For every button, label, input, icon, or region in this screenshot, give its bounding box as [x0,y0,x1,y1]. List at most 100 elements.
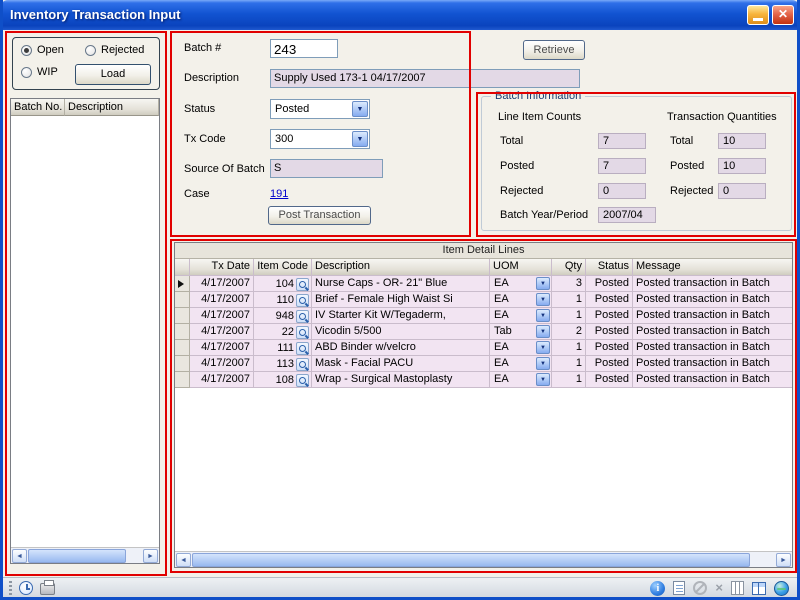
cell-uom[interactable]: EA▼ [490,292,552,308]
cell-uom[interactable]: EA▼ [490,356,552,372]
cell-description[interactable]: Nurse Caps - OR- 21" Blue [312,276,490,292]
item-detail-grid[interactable]: Item Detail Lines Tx DateItem CodeDescri… [174,242,793,568]
row-selector-cell[interactable] [175,372,190,388]
radio-open[interactable] [21,45,32,56]
cell-item-code[interactable]: 22 [254,324,312,340]
uom-dropdown-button[interactable]: ▼ [536,293,550,306]
retrieve-button[interactable]: Retrieve [523,40,585,60]
cell-uom[interactable]: EA▼ [490,308,552,324]
cell-tx-date[interactable]: 4/17/2007 [190,372,254,388]
cell-item-code[interactable]: 948 [254,308,312,324]
cell-uom[interactable]: EA▼ [490,340,552,356]
detail-row[interactable]: 4/17/2007113Mask - Facial PACUEA▼1Posted… [175,356,792,372]
cell-description[interactable]: Wrap - Surgical Mastoplasty [312,372,490,388]
delete-icon[interactable]: × [715,581,723,595]
cell-description[interactable]: Mask - Facial PACU [312,356,490,372]
detail-row[interactable]: 4/17/2007108Wrap - Surgical MastoplastyE… [175,372,792,388]
row-selector-cell[interactable] [175,340,190,356]
cell-description[interactable]: Vicodin 5/500 [312,324,490,340]
item-lookup-icon[interactable] [296,374,309,387]
uom-dropdown-button[interactable]: ▼ [536,325,550,338]
detail-row[interactable]: 4/17/2007111ABD Binder w/velcroEA▼1Poste… [175,340,792,356]
cell-qty[interactable]: 1 [552,308,586,324]
toolbar-grip-icon[interactable] [9,581,12,595]
chevron-down-icon[interactable]: ▼ [352,131,368,147]
chevron-down-icon[interactable]: ▼ [352,101,368,117]
cell-tx-date[interactable]: 4/17/2007 [190,276,254,292]
cell-tx-date[interactable]: 4/17/2007 [190,292,254,308]
cell-qty[interactable]: 1 [552,340,586,356]
item-code-value: 113 [276,358,294,370]
globe-icon[interactable] [774,581,789,596]
detail-row[interactable]: 4/17/2007104Nurse Caps - OR- 21" BlueEA▼… [175,276,792,292]
item-lookup-icon[interactable] [296,358,309,371]
cell-item-code[interactable]: 104 [254,276,312,292]
scroll-left-icon[interactable]: ◄ [176,553,191,567]
print-icon[interactable] [40,583,55,595]
cell-uom[interactable]: EA▼ [490,276,552,292]
item-lookup-icon[interactable] [296,310,309,323]
row-selector-cell[interactable] [175,324,190,340]
scrollbar-thumb[interactable] [192,553,750,567]
close-button[interactable]: ✕ [772,5,794,25]
uom-dropdown-button[interactable]: ▼ [536,341,550,354]
cell-tx-date[interactable]: 4/17/2007 [190,356,254,372]
cell-qty[interactable]: 1 [552,356,586,372]
cell-item-code[interactable]: 111 [254,340,312,356]
batch-list[interactable]: Batch No. Description ◄ ► [10,98,160,564]
cancel-icon[interactable] [693,581,707,595]
cell-item-code[interactable]: 110 [254,292,312,308]
cell-qty[interactable]: 1 [552,372,586,388]
cell-uom[interactable]: Tab▼ [490,324,552,340]
row-selector-cell[interactable] [175,308,190,324]
item-lookup-icon[interactable] [296,342,309,355]
status-combobox[interactable]: Posted ▼ [270,99,370,119]
info-icon[interactable]: i [650,581,665,596]
document-icon[interactable] [673,581,685,595]
uom-dropdown-button[interactable]: ▼ [536,373,550,386]
columns-icon[interactable] [731,581,744,595]
grid-icon[interactable] [752,582,766,595]
item-lookup-icon[interactable] [296,278,309,291]
cell-uom[interactable]: EA▼ [490,372,552,388]
item-lookup-icon[interactable] [296,326,309,339]
detail-row[interactable]: 4/17/200722Vicodin 5/500Tab▼2PostedPoste… [175,324,792,340]
cell-description[interactable]: Brief - Female High Waist Si [312,292,490,308]
detail-hscrollbar[interactable]: ◄ ► [175,551,792,567]
radio-wip[interactable] [21,67,32,78]
uom-dropdown-button[interactable]: ▼ [536,309,550,322]
detail-row[interactable]: 4/17/2007110Brief - Female High Waist Si… [175,292,792,308]
cell-qty[interactable]: 2 [552,324,586,340]
clock-icon[interactable] [19,581,33,595]
cell-description[interactable]: ABD Binder w/velcro [312,340,490,356]
detail-row[interactable]: 4/17/2007948IV Starter Kit W/Tegaderm,EA… [175,308,792,324]
cell-qty[interactable]: 1 [552,292,586,308]
total-count-label: Total [500,135,523,147]
uom-dropdown-button[interactable]: ▼ [536,277,550,290]
window-titlebar[interactable]: Inventory Transaction Input ✕ [0,0,800,30]
batch-list-hscrollbar[interactable]: ◄ ► [11,547,159,563]
tx-code-combobox[interactable]: 300 ▼ [270,129,370,149]
row-selector-cell[interactable] [175,276,190,292]
radio-rejected[interactable] [85,45,96,56]
cell-item-code[interactable]: 108 [254,372,312,388]
scroll-right-icon[interactable]: ► [143,549,158,563]
uom-dropdown-button[interactable]: ▼ [536,357,550,370]
cell-qty[interactable]: 3 [552,276,586,292]
case-link[interactable]: 191 [270,188,288,200]
batch-number-input[interactable] [270,39,338,58]
minimize-button[interactable] [747,5,769,25]
cell-tx-date[interactable]: 4/17/2007 [190,324,254,340]
cell-item-code[interactable]: 113 [254,356,312,372]
item-lookup-icon[interactable] [296,294,309,307]
scroll-left-icon[interactable]: ◄ [12,549,27,563]
load-button[interactable]: Load [75,64,151,85]
cell-tx-date[interactable]: 4/17/2007 [190,308,254,324]
cell-tx-date[interactable]: 4/17/2007 [190,340,254,356]
post-transaction-button[interactable]: Post Transaction [268,206,371,225]
scrollbar-thumb[interactable] [28,549,126,563]
row-selector-cell[interactable] [175,292,190,308]
row-selector-cell[interactable] [175,356,190,372]
scroll-right-icon[interactable]: ► [776,553,791,567]
cell-description[interactable]: IV Starter Kit W/Tegaderm, [312,308,490,324]
